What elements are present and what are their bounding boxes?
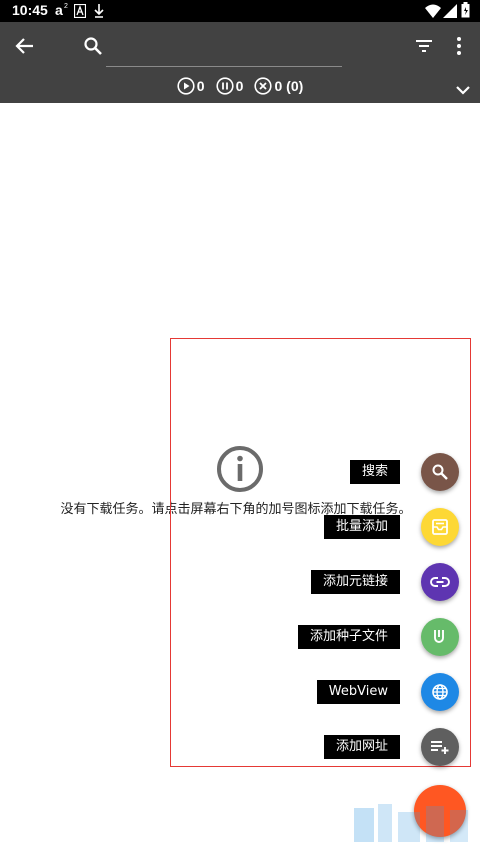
pause-icon xyxy=(215,77,234,95)
fab-label-batch-add[interactable]: 批量添加 xyxy=(323,515,400,539)
paused-counter[interactable]: 0 xyxy=(215,77,244,95)
download-arrow-icon xyxy=(93,3,105,22)
status-bar: 10:45 a2 xyxy=(0,0,480,22)
paused-count: 0 xyxy=(235,78,244,94)
search-icon xyxy=(432,464,448,480)
error-count: 0 (0) xyxy=(274,78,304,94)
search-icon[interactable] xyxy=(83,36,103,60)
fab-batch-add-button[interactable] xyxy=(421,508,459,546)
batch-add-icon xyxy=(432,519,448,535)
svg-text:a: a xyxy=(55,2,63,17)
running-counter[interactable]: 0 xyxy=(177,77,205,95)
fab-webview-button[interactable] xyxy=(421,673,459,711)
status-time: 10:45 xyxy=(12,2,48,18)
running-count: 0 xyxy=(196,78,205,94)
fab-add-metalink-button[interactable] xyxy=(421,563,459,601)
signal-icon xyxy=(443,3,457,22)
globe-icon xyxy=(432,684,448,700)
search-input[interactable] xyxy=(106,34,342,64)
more-vert-icon[interactable] xyxy=(455,36,463,60)
torrent-icon xyxy=(434,630,444,643)
fab-search-button[interactable] xyxy=(421,453,459,491)
fab-add-url-button[interactable] xyxy=(421,728,459,766)
a-squared-icon: a2 xyxy=(55,1,69,21)
error-counter[interactable]: 0 (0) xyxy=(254,77,303,95)
wifi-icon xyxy=(425,3,441,22)
task-counters: 0 0 0 (0) xyxy=(0,77,480,99)
playlist-add-icon xyxy=(431,741,449,754)
back-arrow-icon[interactable] xyxy=(15,36,35,60)
link-icon xyxy=(430,577,450,587)
filter-icon[interactable] xyxy=(415,38,433,57)
search-underline xyxy=(106,66,342,67)
cancel-icon xyxy=(254,77,273,95)
play-icon xyxy=(177,77,195,95)
battery-icon xyxy=(461,2,470,22)
fab-label-add-metalink[interactable]: 添加元链接 xyxy=(310,570,400,594)
fab-label-webview[interactable]: WebView xyxy=(316,680,400,704)
fab-add-torrent-button[interactable] xyxy=(421,618,459,656)
fab-label-add-torrent[interactable]: 添加种子文件 xyxy=(297,625,400,649)
svg-text:2: 2 xyxy=(64,3,68,10)
fab-label-add-url[interactable]: 添加网址 xyxy=(323,735,400,759)
app-toolbar: 0 0 0 (0) xyxy=(0,22,480,103)
watermark-logo xyxy=(354,804,468,842)
fab-label-search[interactable]: 搜索 xyxy=(349,460,400,484)
a-box-icon xyxy=(73,3,87,22)
